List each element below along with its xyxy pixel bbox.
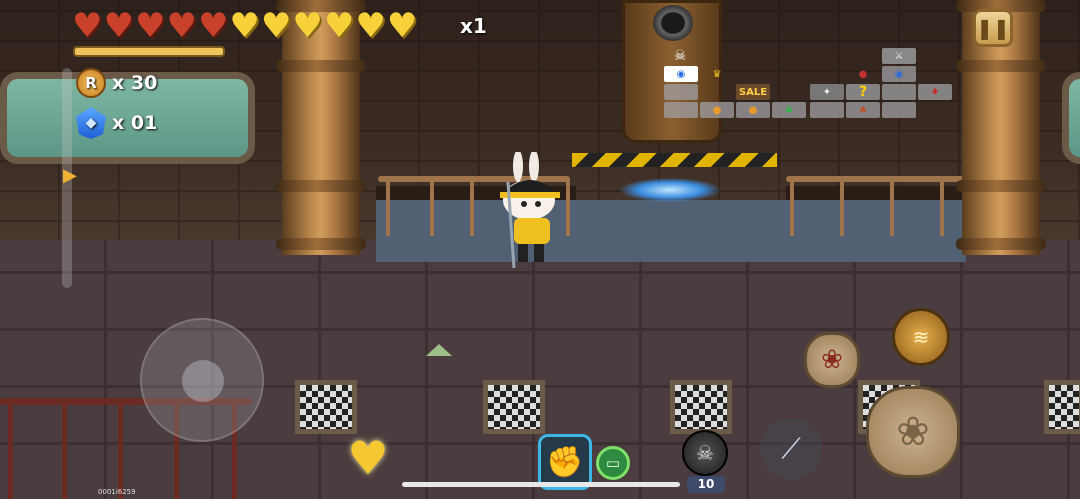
hazard-stripe bbox=[572, 153, 777, 167]
front-rail-post bbox=[118, 400, 123, 499]
rail-post bbox=[840, 180, 844, 236]
heart-icon: ♥ bbox=[260, 6, 292, 46]
front-rail-post bbox=[8, 400, 13, 499]
pillar-ring bbox=[276, 238, 366, 250]
heart-icon: ♥ bbox=[292, 6, 323, 46]
floor-grate bbox=[295, 380, 357, 434]
clover-icon: ♣ bbox=[772, 102, 806, 118]
railing-right bbox=[786, 176, 964, 182]
gem-icon: ◆ bbox=[76, 107, 106, 139]
room-cell bbox=[810, 102, 844, 118]
boss-room-icon: ● bbox=[858, 68, 868, 80]
home-indicator[interactable] bbox=[402, 482, 680, 487]
heart-icon: ♥ bbox=[134, 6, 166, 46]
rail-post bbox=[386, 180, 390, 236]
gem-count: x 01 bbox=[112, 112, 158, 134]
room-cell bbox=[882, 102, 916, 118]
window-right bbox=[1062, 72, 1080, 164]
weapon-room-icon: ⚔ bbox=[882, 48, 916, 64]
rail-post bbox=[790, 180, 794, 236]
player-rabbit bbox=[500, 152, 560, 269]
front-rail-post bbox=[62, 400, 67, 499]
pause-button[interactable]: ❚❚ bbox=[973, 9, 1013, 47]
room-cell bbox=[664, 84, 698, 100]
heart-room-icon: ♦ bbox=[918, 84, 952, 100]
gem-room-icon: ◉ bbox=[882, 66, 916, 82]
heart-icon: ♥ bbox=[323, 6, 355, 46]
rail-post bbox=[940, 180, 944, 236]
winged-heart-trophy-icon[interactable]: ♥ bbox=[340, 430, 396, 486]
coin-counter: R x 30 bbox=[76, 68, 157, 98]
spear-weapon-button[interactable]: ⟋ bbox=[760, 418, 822, 480]
dash-skill-button[interactable]: ≋ bbox=[892, 308, 950, 366]
mushroom-icon: ♠ bbox=[846, 102, 880, 118]
room-cell bbox=[882, 84, 916, 100]
coin-room-icon: ● bbox=[736, 102, 770, 118]
rail-post bbox=[890, 180, 894, 236]
sale-label: SALE bbox=[736, 84, 770, 100]
bomb-count: 10 bbox=[687, 476, 725, 493]
coin-icon: R bbox=[76, 68, 106, 98]
floor-grate bbox=[483, 380, 545, 434]
paw-skill-button[interactable]: ❀ bbox=[804, 332, 860, 388]
crown-icon: ♛ bbox=[712, 68, 722, 80]
heart-icon: ♥ bbox=[72, 6, 103, 46]
porthole bbox=[653, 5, 693, 41]
lives-multiplier: x1 bbox=[460, 14, 487, 38]
bomb-button[interactable]: ☠ bbox=[682, 430, 728, 476]
minimap[interactable]: ☠ ⚔ ◉ ♛ ● ◉ SALE ✦ ? ♦ ● ● ♣ ♠ bbox=[660, 44, 960, 120]
current-room-cell: ◉ bbox=[664, 66, 698, 82]
coin-count: x 30 bbox=[112, 72, 158, 94]
pillar-ring bbox=[956, 60, 1046, 72]
heart-icon: ♥ bbox=[229, 6, 260, 46]
floor-grate bbox=[670, 380, 732, 434]
platform bbox=[376, 200, 966, 262]
attack-paw-button[interactable]: ❀ bbox=[866, 386, 960, 478]
room-cell bbox=[664, 102, 698, 118]
mystery-room: ? bbox=[846, 84, 880, 100]
heart-icon: ♥ bbox=[386, 6, 418, 46]
pillar-ring bbox=[956, 238, 1046, 250]
pillar-ring bbox=[956, 180, 1046, 192]
rail-post bbox=[470, 180, 474, 236]
heart-icon: ♥ bbox=[166, 6, 197, 46]
pillar-ring bbox=[276, 60, 366, 72]
swap-weapon-button[interactable]: ▭ bbox=[596, 446, 630, 480]
gem-counter: ◆ x 01 bbox=[76, 107, 157, 139]
build-id: 0001i6259 bbox=[98, 488, 136, 496]
stamina-bar bbox=[73, 46, 225, 57]
expand-arrow-icon[interactable]: ▶ bbox=[63, 165, 77, 186]
bat-room-icon: ✦ bbox=[810, 84, 844, 100]
pillar-ring bbox=[276, 180, 366, 192]
floor-grate bbox=[1044, 380, 1080, 434]
teleporter-pad bbox=[620, 178, 720, 202]
skull-icon: ☠ bbox=[673, 48, 687, 64]
heart-icon: ♥ bbox=[197, 6, 229, 46]
heart-icon: ♥ bbox=[103, 6, 134, 46]
joystick-knob[interactable] bbox=[182, 360, 224, 402]
rail-post bbox=[430, 180, 434, 236]
health-hearts: ♥ ♥ ♥ ♥ ♥ ♥ ♥ ♥ ♥ ♥ ♥ bbox=[72, 9, 417, 43]
heart-icon: ♥ bbox=[355, 6, 386, 46]
coin-room-icon: ● bbox=[700, 102, 734, 118]
